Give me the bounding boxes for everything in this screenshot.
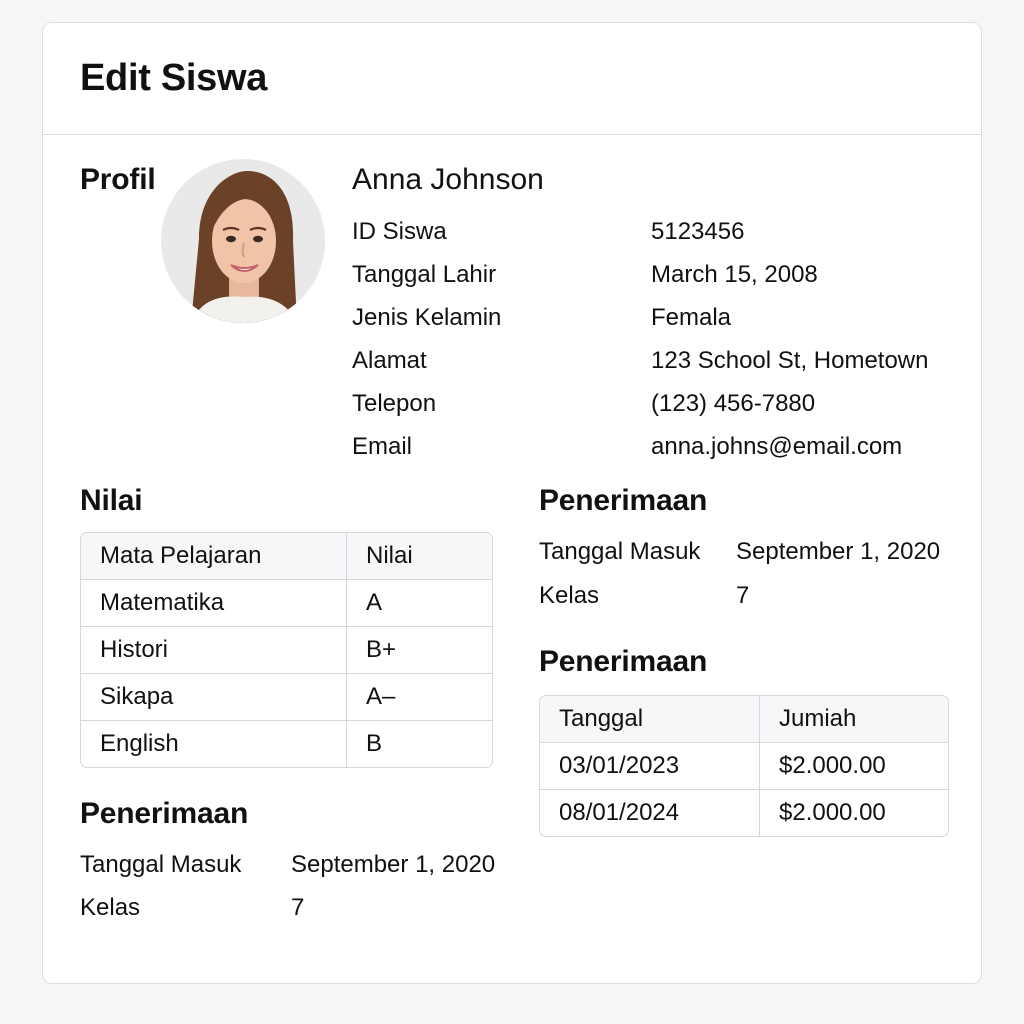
admission-label: Tanggal Masuk [80, 851, 242, 878]
profile-label: Jenis Kelamin [352, 304, 502, 331]
admission-label: Kelas [80, 894, 141, 921]
profile-label: Telepon [352, 390, 437, 417]
profile-label: Email [352, 433, 413, 460]
grades-section-title: Nilai [80, 484, 143, 517]
card-header: Edit Siswa [43, 23, 981, 135]
table-row: 03/01/2023 $2.000.00 [540, 742, 948, 789]
admission-section-title: Penerimaan [539, 484, 708, 517]
profile-value-gender: Femala [651, 304, 732, 331]
subject-cell: Matematika [100, 589, 225, 616]
payments-section-title: Penerimaan [539, 645, 708, 678]
page-title: Edit Siswa [80, 57, 268, 99]
profile-value-phone: (123) 456-7880 [651, 390, 816, 417]
date-cell: 03/01/2023 [559, 752, 680, 779]
admission-class-value: 7 [736, 582, 750, 609]
amount-cell: $2.000.00 [759, 743, 948, 789]
profile-section-title: Profil [80, 163, 156, 196]
column-header: Tanggal [559, 705, 644, 732]
student-avatar [161, 159, 325, 323]
grade-cell: B [346, 721, 492, 767]
edit-student-card: Edit Siswa Profil Anna Johnson ID Siswa … [42, 22, 982, 984]
admission-date-value: September 1, 2020 [736, 538, 941, 565]
table-row: Histori B+ [81, 626, 492, 673]
student-photo [161, 159, 325, 323]
table-header-row: Tanggal Jumiah [540, 696, 948, 742]
student-name: Anna Johnson [352, 163, 544, 196]
table-header-row: Mata Pelajaran Nilai [81, 533, 492, 579]
admission-section-title: Penerimaan [80, 797, 249, 830]
column-header: Nilai [346, 533, 492, 579]
profile-label: ID Siswa [352, 218, 447, 245]
grade-cell: B+ [346, 627, 492, 673]
admission-date-value: September 1, 2020 [291, 851, 496, 878]
profile-value-email: anna.johns@email.com [651, 433, 903, 460]
payments-table: Tanggal Jumiah 03/01/2023 $2.000.00 08/0… [539, 695, 949, 837]
subject-cell: Sikapa [100, 683, 174, 710]
subject-cell: English [100, 730, 179, 757]
table-row: Matematika A [81, 579, 492, 626]
admission-class-value: 7 [291, 894, 305, 921]
profile-label: Alamat [352, 347, 427, 374]
profile-value-birth-date: March 15, 2008 [651, 261, 818, 288]
subject-cell: Histori [100, 636, 169, 663]
profile-value-student-id: 5123456 [651, 218, 745, 245]
table-row: 08/01/2024 $2.000.00 [540, 789, 948, 836]
column-header: Jumiah [759, 696, 948, 742]
table-row: English B [81, 720, 492, 767]
profile-label: Tanggal Lahir [352, 261, 497, 288]
table-row: Sikapa A– [81, 673, 492, 720]
admission-label: Kelas [539, 582, 600, 609]
amount-cell: $2.000.00 [759, 790, 948, 836]
grade-cell: A– [346, 674, 492, 720]
profile-value-address: 123 School St, Hometown [651, 347, 929, 374]
date-cell: 08/01/2024 [559, 799, 680, 826]
grades-table: Mata Pelajaran Nilai Matematika A Histor… [80, 532, 493, 768]
admission-label: Tanggal Masuk [539, 538, 701, 565]
column-header: Mata Pelajaran [100, 542, 262, 569]
grade-cell: A [346, 580, 492, 626]
